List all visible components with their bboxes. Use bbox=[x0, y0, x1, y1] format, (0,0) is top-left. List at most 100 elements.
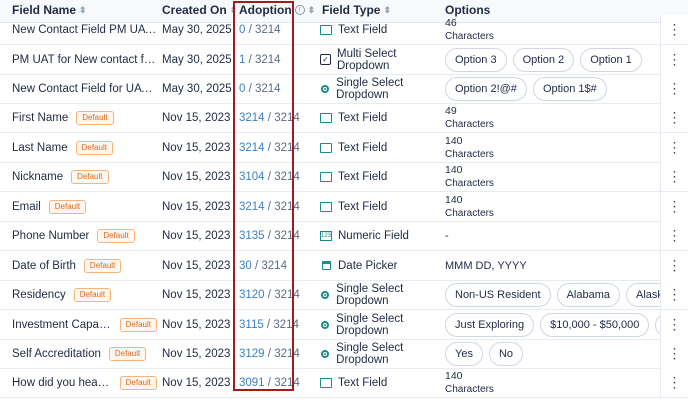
table-row[interactable]: Investment Capacity Default Nov 15, 2023 31… bbox=[0, 310, 688, 340]
row-actions-kebab-icon[interactable]: ⋮ bbox=[660, 15, 688, 44]
adoption-total: 3214 bbox=[273, 318, 299, 331]
default-badge: Default bbox=[97, 228, 135, 243]
default-badge: Default bbox=[83, 258, 122, 273]
option-pill: Option 2 bbox=[512, 47, 575, 72]
field-name[interactable]: Date of Birth bbox=[12, 260, 76, 272]
adoption-used-link[interactable]: 30 bbox=[239, 260, 252, 272]
sort-icon[interactable]: ⬍ bbox=[383, 5, 391, 15]
table-row[interactable]: Last Name Default Nov 15, 2023 3214 / 3214 T… bbox=[0, 133, 688, 163]
adoption-total: 3214 bbox=[255, 53, 281, 66]
text-field-icon bbox=[320, 112, 332, 124]
sort-icon[interactable]: ⬍ bbox=[79, 5, 87, 15]
table-row[interactable]: Email Default Nov 15, 2023 3214 / 3214 Text … bbox=[0, 192, 688, 222]
option-pill: $10,000 - $50,000 bbox=[540, 312, 650, 337]
row-actions-kebab-icon[interactable]: ⋮ bbox=[660, 251, 688, 280]
field-name[interactable]: PM UAT for New contact field - Multi … bbox=[12, 54, 157, 66]
character-limit: 140 Characters bbox=[445, 163, 494, 191]
table-row[interactable]: First Name Default Nov 15, 2023 3214 / 3214… bbox=[0, 103, 688, 133]
adoption-used-link[interactable]: 3120 bbox=[239, 289, 265, 301]
field-type-cell: Text Field bbox=[320, 15, 440, 44]
field-type-label: Single Select Dropdown bbox=[336, 282, 404, 307]
table-row[interactable]: How did you hear about us Default Nov 15, … bbox=[0, 368, 688, 398]
field-type-label: Text Field bbox=[338, 23, 388, 36]
character-limit-label: Characters bbox=[445, 118, 494, 130]
adoption-used-link[interactable]: 3115 bbox=[239, 319, 264, 331]
table-row[interactable]: New Contact Field PM UAT- Text Field May … bbox=[0, 15, 688, 45]
field-type-label: Single Select Dropdown bbox=[336, 312, 404, 337]
adoption-used-link[interactable]: 3135 bbox=[239, 230, 265, 242]
field-name[interactable]: Self Accreditation bbox=[12, 348, 101, 360]
table-row[interactable]: Nickname Default Nov 15, 2023 3104 / 3214 Te… bbox=[0, 162, 688, 192]
table-row[interactable]: PM UAT for New contact field - Multi … Ma… bbox=[0, 45, 688, 75]
table-row[interactable]: New Contact Field for UAT - Single Se… Ma… bbox=[0, 74, 688, 104]
adoption-used-link[interactable]: 3104 bbox=[239, 171, 265, 183]
field-name-cell: Phone Number Default bbox=[12, 221, 157, 250]
field-name[interactable]: Email bbox=[12, 201, 41, 213]
created-on-cell: Nov 15, 2023 bbox=[162, 229, 231, 242]
table-row[interactable]: Date of Birth Default Nov 15, 2023 30 / 321… bbox=[0, 251, 688, 281]
default-badge: Default bbox=[108, 346, 147, 361]
field-name[interactable]: Last Name bbox=[12, 142, 68, 154]
option-pill: Yes bbox=[445, 341, 483, 366]
options-text: - bbox=[445, 229, 449, 242]
field-name[interactable]: Residency bbox=[12, 289, 66, 301]
field-type-cell: Text Field bbox=[320, 103, 440, 132]
field-name-cell: Nickname Default bbox=[12, 162, 157, 191]
adoption-used-link[interactable]: 3214 bbox=[239, 142, 265, 154]
custom-fields-table: Field Name ⬍ Created On ⬍ Adoption i ⬍ F… bbox=[0, 0, 688, 402]
table-row[interactable]: Self Accreditation Default Nov 15, 2023 312… bbox=[0, 339, 688, 369]
text-field-icon bbox=[320, 377, 332, 389]
option-pill: Option 2!@# bbox=[445, 76, 527, 101]
row-actions-kebab-icon[interactable]: ⋮ bbox=[660, 162, 688, 191]
sort-icon[interactable]: ⬍ bbox=[230, 5, 238, 15]
adoption-used-link[interactable]: 3129 bbox=[239, 348, 265, 360]
created-on-cell: Nov 15, 2023 bbox=[162, 259, 231, 272]
text-field-icon bbox=[320, 24, 332, 36]
row-actions-kebab-icon[interactable]: ⋮ bbox=[660, 221, 688, 250]
row-actions-kebab-icon[interactable]: ⋮ bbox=[660, 339, 688, 368]
adoption-total: 3214 bbox=[274, 200, 300, 213]
row-actions-kebab-icon[interactable]: ⋮ bbox=[660, 192, 688, 221]
adoption-cell: 3120 / 3214 bbox=[239, 280, 300, 309]
row-actions-kebab-icon[interactable]: ⋮ bbox=[660, 45, 688, 74]
character-limit-value: 46 bbox=[445, 16, 457, 29]
adoption-separator: / bbox=[264, 200, 275, 213]
calendar-icon bbox=[320, 260, 332, 272]
adoption-cell: 3135 / 3214 bbox=[239, 221, 300, 250]
field-name[interactable]: How did you hear about us bbox=[12, 377, 112, 389]
row-actions-kebab-icon[interactable]: ⋮ bbox=[660, 368, 688, 397]
default-badge: Default bbox=[119, 317, 157, 332]
adoption-total: 3214 bbox=[274, 376, 300, 389]
adoption-used-link[interactable]: 3091 bbox=[239, 377, 265, 389]
adoption-cell: 0 / 3214 bbox=[239, 15, 294, 44]
field-name[interactable]: First Name bbox=[12, 112, 68, 124]
created-on-cell: May 30, 2025 bbox=[162, 53, 232, 66]
adoption-separator: / bbox=[263, 318, 274, 331]
info-icon[interactable]: i bbox=[294, 5, 305, 15]
adoption-used-link[interactable]: 3214 bbox=[239, 112, 265, 124]
adoption-used-link[interactable]: 3214 bbox=[239, 201, 265, 213]
default-badge: Default bbox=[75, 140, 113, 155]
character-limit-label: Characters bbox=[445, 148, 494, 160]
row-actions-kebab-icon[interactable]: ⋮ bbox=[660, 103, 688, 132]
table-row[interactable]: Residency Default Nov 15, 2023 3120 / 3214 S… bbox=[0, 280, 688, 310]
adoption-separator: / bbox=[264, 288, 275, 301]
field-name[interactable]: Investment Capacity bbox=[12, 319, 112, 331]
field-name[interactable]: Nickname bbox=[12, 171, 63, 183]
adoption-total: 3214 bbox=[255, 23, 281, 36]
field-name[interactable]: New Contact Field PM UAT- Text Field bbox=[12, 24, 157, 36]
row-actions-kebab-icon[interactable]: ⋮ bbox=[660, 280, 688, 309]
row-actions-kebab-icon[interactable]: ⋮ bbox=[660, 74, 688, 103]
field-name[interactable]: Phone Number bbox=[12, 230, 89, 242]
table-row[interactable]: Phone Number Default Nov 15, 2023 3135 / 32… bbox=[0, 221, 688, 251]
adoption-total: 3214 bbox=[274, 229, 300, 242]
field-type-label: Text Field bbox=[338, 200, 388, 213]
created-on-cell: Nov 15, 2023 bbox=[162, 170, 231, 183]
created-on-cell: Nov 15, 2023 bbox=[162, 376, 231, 389]
sort-icon[interactable]: ⬍ bbox=[308, 5, 316, 15]
field-type-label: Date Picker bbox=[338, 259, 398, 272]
row-actions-kebab-icon[interactable]: ⋮ bbox=[660, 133, 688, 162]
row-actions-kebab-icon[interactable]: ⋮ bbox=[660, 310, 688, 339]
field-type-cell: ✓ Multi Select Dropdown bbox=[320, 45, 440, 74]
field-name[interactable]: New Contact Field for UAT - Single Se… bbox=[12, 83, 157, 95]
